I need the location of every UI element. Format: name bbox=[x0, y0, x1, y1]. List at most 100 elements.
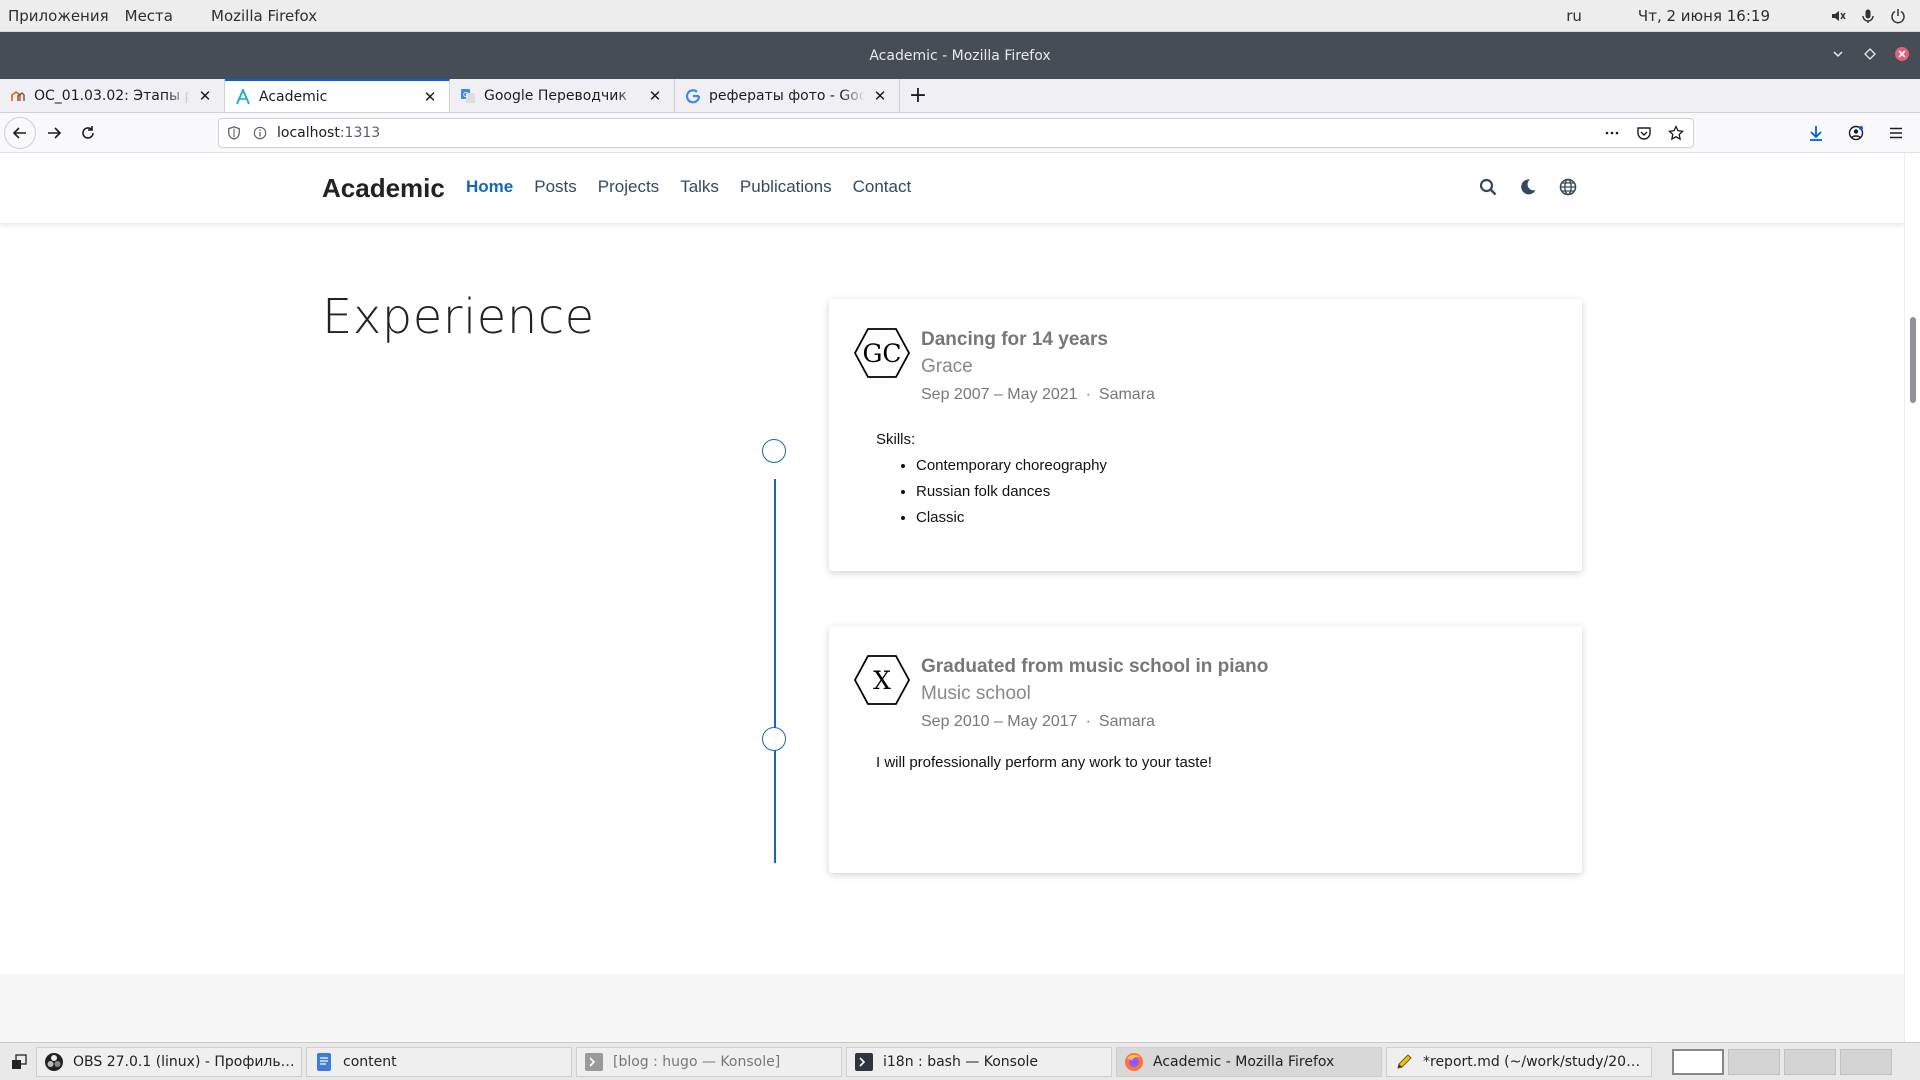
speaker-muted-icon[interactable] bbox=[1828, 6, 1848, 26]
taskbar-item-firefox[interactable]: Academic - Mozilla Firefox bbox=[1116, 1046, 1382, 1077]
google-favicon-icon bbox=[685, 88, 701, 104]
forward-icon[interactable] bbox=[38, 117, 70, 149]
experience-logo: X bbox=[853, 654, 911, 706]
taskbar-item-konsole-i18n[interactable]: i18n : bash — Konsole bbox=[846, 1046, 1112, 1077]
taskbar-item-label: OBS 27.0.1 (linux) - Профиль: Без... bbox=[73, 1053, 295, 1070]
url-bar[interactable]: localhost:1313 bbox=[218, 118, 1694, 148]
window-title: Academic - Mozilla Firefox bbox=[869, 47, 1051, 64]
workspace-2[interactable] bbox=[1728, 1048, 1780, 1075]
bookmark-star-icon[interactable] bbox=[1665, 122, 1687, 144]
clock[interactable]: Чт, 2 июня 16:19 bbox=[1630, 7, 1778, 25]
places-menu[interactable]: Места bbox=[117, 7, 181, 25]
tab-os-course[interactable]: ОС_01.03.02: Этапы реализации ✕ bbox=[0, 79, 225, 112]
page-content: Academic Home Posts Projects Talks Publi… bbox=[0, 153, 1904, 1042]
hamburger-menu-icon[interactable] bbox=[1880, 117, 1912, 149]
tab-title: ОС_01.03.02: Этапы реализации bbox=[34, 87, 190, 104]
tab-academic[interactable]: Academic ✕ bbox=[225, 79, 450, 112]
menu-home[interactable]: Home bbox=[466, 177, 513, 197]
scrollbar-thumb[interactable] bbox=[1910, 317, 1916, 403]
academic-favicon-icon bbox=[235, 88, 251, 105]
navigation-toolbar: localhost:1313 bbox=[0, 113, 1920, 153]
experience-description: I will professionally perform any work t… bbox=[876, 754, 1212, 771]
pocket-icon[interactable] bbox=[1633, 122, 1655, 144]
experience-location: Samara bbox=[1098, 713, 1155, 730]
window-titlebar[interactable]: Academic - Mozilla Firefox bbox=[0, 32, 1920, 79]
taskbar-item-label: [blog : hugo — Konsole] bbox=[613, 1053, 781, 1070]
keyboard-layout-indicator[interactable]: ru bbox=[1558, 7, 1590, 25]
tab-close-icon[interactable]: ✕ bbox=[871, 87, 889, 105]
experience-card: X Graduated from music school in piano M… bbox=[829, 626, 1582, 873]
folder-icon bbox=[313, 1051, 335, 1073]
taskbar: OBS 27.0.1 (linux) - Профиль: Без... con… bbox=[0, 1042, 1920, 1080]
menu-contact[interactable]: Contact bbox=[853, 177, 912, 197]
taskbar-item-obs[interactable]: OBS 27.0.1 (linux) - Профиль: Без... bbox=[36, 1046, 302, 1077]
microphone-icon[interactable] bbox=[1858, 6, 1878, 26]
workspace-3[interactable] bbox=[1784, 1048, 1836, 1075]
skill-item: Classic bbox=[916, 505, 1107, 531]
account-icon[interactable] bbox=[1840, 117, 1872, 149]
timeline-dot bbox=[762, 727, 786, 751]
page-actions-icon[interactable] bbox=[1601, 122, 1623, 144]
experience-company: Grace bbox=[921, 356, 973, 377]
downloads-icon[interactable] bbox=[1800, 117, 1832, 149]
menu-projects[interactable]: Projects bbox=[598, 177, 659, 197]
tab-title: Google Переводчик bbox=[484, 87, 627, 104]
tracking-shield-icon[interactable] bbox=[223, 122, 245, 144]
site-brand[interactable]: Academic bbox=[322, 173, 445, 204]
language-globe-icon[interactable] bbox=[1558, 177, 1578, 197]
site-tools bbox=[1478, 177, 1578, 197]
show-desktop-icon[interactable] bbox=[6, 1049, 32, 1075]
tab-close-icon[interactable]: ✕ bbox=[196, 87, 214, 105]
menu-posts[interactable]: Posts bbox=[534, 177, 577, 197]
dark-mode-moon-icon[interactable] bbox=[1518, 177, 1538, 197]
site-info-icon[interactable] bbox=[249, 122, 271, 144]
next-section-background bbox=[0, 974, 1904, 1042]
workspace-switcher bbox=[1672, 1048, 1892, 1075]
taskbar-item-konsole-blog[interactable]: [blog : hugo — Konsole] bbox=[576, 1046, 842, 1077]
tab-close-icon[interactable]: ✕ bbox=[646, 87, 664, 105]
close-window-icon[interactable] bbox=[1892, 44, 1912, 64]
firefox-icon bbox=[1123, 1051, 1145, 1073]
terminal-icon bbox=[853, 1051, 875, 1073]
power-icon[interactable] bbox=[1888, 6, 1908, 26]
workspace-4[interactable] bbox=[1840, 1048, 1892, 1075]
minimize-icon[interactable] bbox=[1828, 44, 1848, 64]
page-scrollbar[interactable] bbox=[1904, 153, 1920, 1042]
taskbar-item-editor[interactable]: *report.md (~/work/study/2021-2... bbox=[1386, 1046, 1652, 1077]
obs-icon bbox=[43, 1051, 65, 1073]
taskbar-item-files[interactable]: content bbox=[306, 1046, 572, 1077]
google-translate-favicon-icon: G bbox=[460, 88, 476, 104]
back-icon[interactable] bbox=[4, 116, 36, 149]
menu-publications[interactable]: Publications bbox=[740, 177, 832, 197]
skills-label: Skills: bbox=[876, 431, 916, 448]
tab-google-search[interactable]: рефераты фото - Google Search ✕ bbox=[675, 79, 900, 112]
workspace-1[interactable] bbox=[1672, 1048, 1724, 1075]
timeline-line bbox=[774, 479, 776, 863]
logo-initials: GC bbox=[862, 338, 902, 368]
top-panel: Приложения Места Mozilla Firefox ru Чт, … bbox=[0, 0, 1920, 32]
url-host: localhost bbox=[277, 125, 340, 141]
new-tab-button[interactable]: + bbox=[900, 79, 936, 112]
reload-icon[interactable] bbox=[72, 117, 104, 149]
site-menu: Home Posts Projects Talks Publications C… bbox=[466, 177, 911, 197]
tab-bar: ОС_01.03.02: Этапы реализации ✕ Academic… bbox=[0, 79, 1920, 113]
experience-dates: Sep 2007 – May 2021 bbox=[921, 386, 1078, 403]
url-port: :1313 bbox=[339, 125, 381, 141]
experience-location: Samara bbox=[1098, 386, 1155, 403]
applications-menu[interactable]: Приложения bbox=[0, 7, 117, 25]
tab-google-translate[interactable]: G Google Переводчик ✕ bbox=[450, 79, 675, 112]
skill-item: Russian folk dances bbox=[916, 479, 1107, 505]
taskbar-item-label: content bbox=[343, 1053, 397, 1070]
experience-title: Graduated from music school in piano bbox=[921, 656, 1269, 677]
experience-meta: Sep 2007 – May 2021 · Samara bbox=[921, 381, 1155, 409]
terminal-icon bbox=[583, 1051, 605, 1073]
search-icon[interactable] bbox=[1478, 177, 1498, 197]
menu-talks[interactable]: Talks bbox=[680, 177, 719, 197]
meta-separator: · bbox=[1085, 713, 1091, 730]
experience-card: GC Dancing for 14 years Grace Sep 2007 –… bbox=[829, 299, 1582, 571]
active-app-menu[interactable]: Mozilla Firefox bbox=[203, 7, 325, 25]
tab-close-icon[interactable]: ✕ bbox=[421, 88, 439, 106]
site-navbar: Academic Home Posts Projects Talks Publi… bbox=[0, 153, 1904, 224]
maximize-icon[interactable] bbox=[1860, 44, 1880, 64]
experience-meta: Sep 2010 – May 2017 · Samara bbox=[921, 708, 1268, 736]
